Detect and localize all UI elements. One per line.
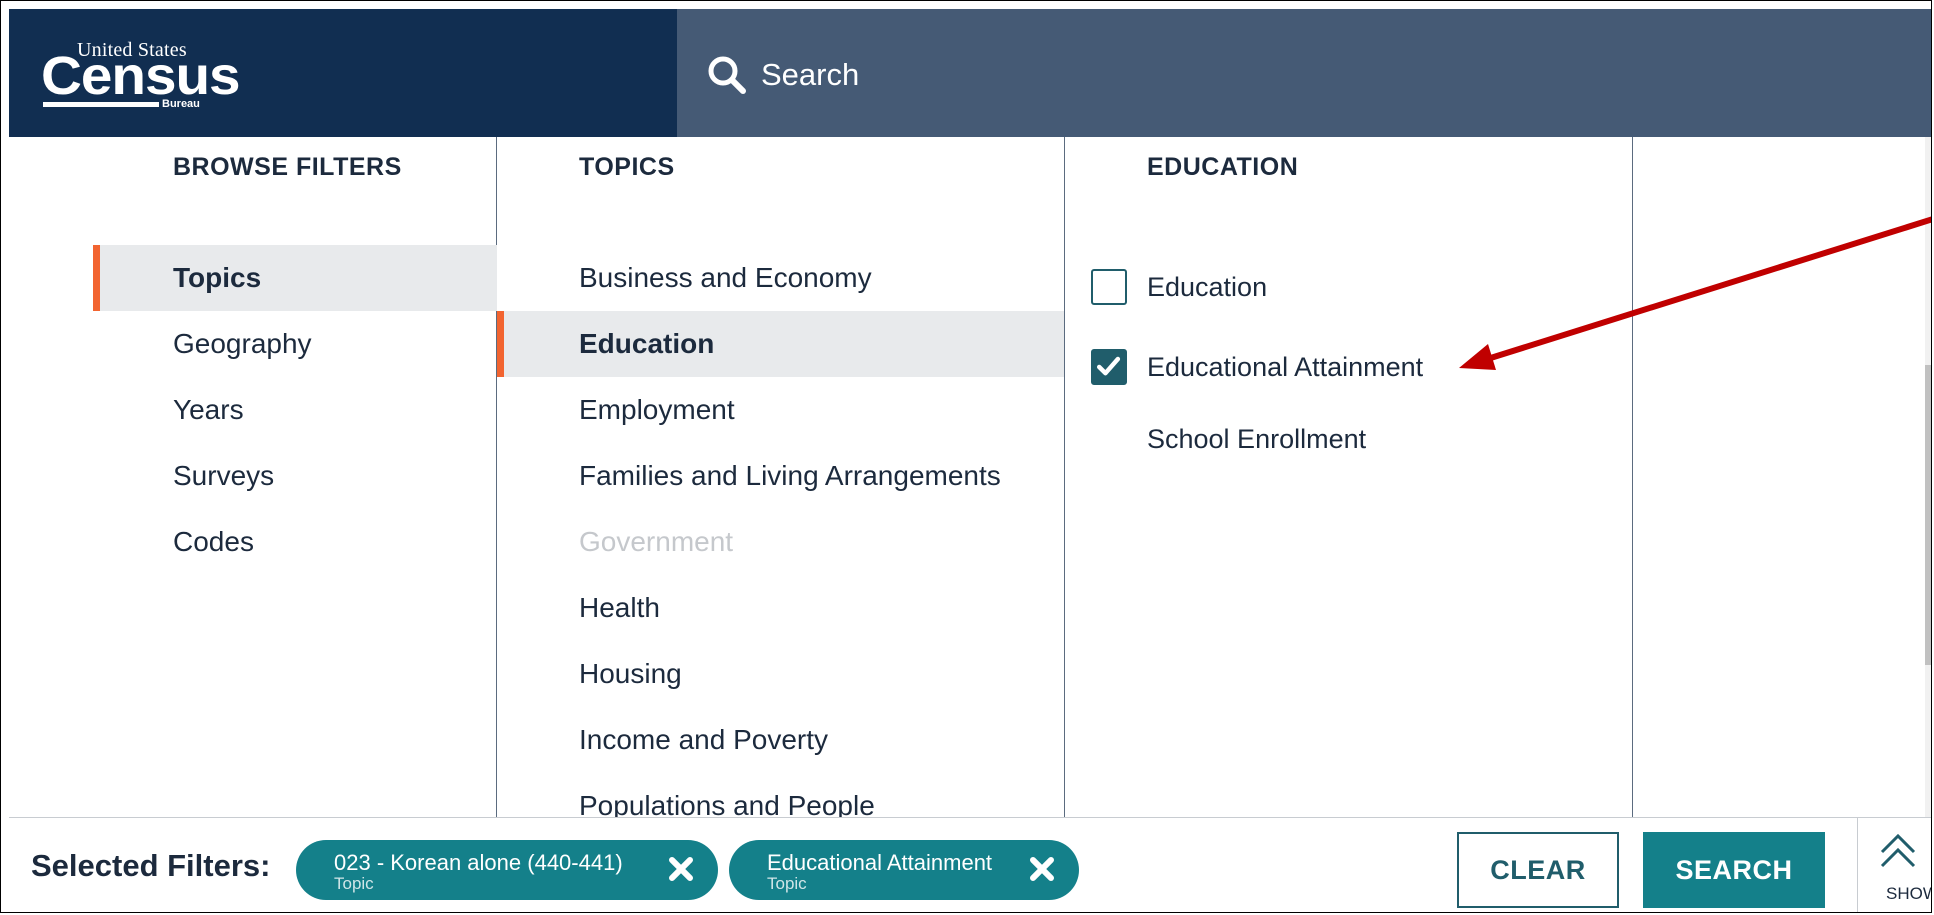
topic-education[interactable]: Education (497, 311, 1064, 377)
search-button[interactable]: SEARCH (1643, 832, 1825, 908)
topic-families-and-living-arrangements[interactable]: Families and Living Arrangements (497, 443, 1064, 509)
browse-filters-heading: BROWSE FILTERS (173, 153, 402, 181)
topic-health[interactable]: Health (497, 575, 1064, 641)
filter-geography[interactable]: Geography (9, 311, 496, 377)
chip-title: 023 - Korean alone (440-441) (334, 850, 623, 875)
scrollbar-thumb[interactable] (1925, 365, 1931, 665)
empty-column (1633, 137, 1923, 817)
search-icon (708, 56, 746, 94)
chip-subtitle: Topic (767, 874, 807, 893)
selected-filters-label: Selected Filters: (31, 848, 271, 883)
remove-chip-icon[interactable] (666, 854, 696, 884)
clear-button[interactable]: CLEAR (1457, 832, 1619, 908)
topics-heading: TOPICS (579, 153, 675, 181)
educational-attainment-checkbox[interactable] (1091, 349, 1127, 385)
school-enrollment-row[interactable]: School Enrollment (1065, 409, 1632, 469)
topic-business-and-economy[interactable]: Business and Economy (497, 245, 1064, 311)
education-column: EDUCATION Education Educational Attainme… (1065, 137, 1633, 817)
show-toggle[interactable]: SHOW (1857, 818, 1931, 912)
filter-chip-educational-attainment[interactable]: Educational Attainment Topic (729, 840, 1079, 900)
chip-subtitle: Topic (334, 874, 374, 893)
filter-years[interactable]: Years (9, 377, 496, 443)
filter-codes[interactable]: Codes (9, 509, 496, 575)
scrollbar[interactable] (1925, 137, 1931, 817)
search-input[interactable]: Search (761, 57, 859, 93)
topic-housing[interactable]: Housing (497, 641, 1064, 707)
educational-attainment-label[interactable]: Educational Attainment (1147, 337, 1423, 397)
selected-filters-bar: Selected Filters: 023 - Korean alone (44… (9, 817, 1931, 912)
chip-title: Educational Attainment (767, 850, 993, 875)
logo-underline (43, 102, 159, 107)
page-frame: United States Census Bureau Search BROWS… (0, 0, 1932, 913)
education-checkbox-label[interactable]: Education (1147, 257, 1267, 317)
topic-government: Government (579, 526, 734, 557)
topic-income-and-poverty[interactable]: Income and Poverty (497, 707, 1064, 773)
chevron-up-double-icon (1880, 833, 1916, 868)
browse-filters-column: BROWSE FILTERS Topics Geography Years Su… (9, 137, 497, 817)
checkmark-icon (1097, 356, 1121, 376)
educational-attainment-checkbox-row[interactable]: Educational Attainment (1065, 337, 1632, 397)
topic-employment[interactable]: Employment (497, 377, 1064, 443)
search-bar[interactable]: Search (677, 9, 1931, 137)
remove-chip-icon[interactable] (1027, 854, 1057, 884)
topics-column: TOPICS Business and Economy Education Em… (497, 137, 1065, 821)
filter-chip-korean-alone[interactable]: 023 - Korean alone (440-441) Topic (296, 840, 718, 900)
logo-census: Census (41, 46, 241, 106)
logo-bureau: Bureau (162, 98, 200, 110)
school-enrollment-label[interactable]: School Enrollment (1147, 409, 1366, 469)
show-label: SHOW (1886, 884, 1931, 903)
filter-surveys[interactable]: Surveys (9, 443, 496, 509)
education-heading: EDUCATION (1147, 153, 1299, 181)
education-checkbox[interactable] (1091, 269, 1127, 305)
census-logo[interactable]: United States Census Bureau (9, 9, 677, 137)
education-checkbox-row[interactable]: Education (1065, 257, 1632, 317)
filter-topics[interactable]: Topics (93, 245, 497, 311)
